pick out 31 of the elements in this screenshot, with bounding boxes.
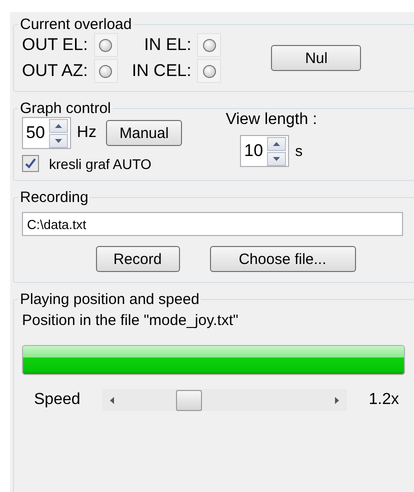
speed-slider[interactable] bbox=[102, 389, 347, 411]
down-arrow-icon[interactable] bbox=[273, 156, 280, 160]
record-button[interactable]: Record bbox=[96, 246, 180, 272]
down-arrow-icon[interactable] bbox=[54, 138, 62, 142]
checkbox[interactable] bbox=[22, 155, 39, 172]
group-title: Current overload bbox=[19, 16, 133, 33]
rate-spinner[interactable]: 50 bbox=[22, 117, 71, 149]
manual-button[interactable]: Manual bbox=[106, 120, 182, 146]
left-arrow-icon[interactable] bbox=[110, 396, 114, 404]
indicator-label: OUT EL: bbox=[22, 35, 88, 55]
indicator-label: IN CEL: bbox=[132, 61, 192, 81]
view-length-spinner[interactable]: 10 bbox=[240, 135, 290, 167]
indicator-label: OUT AZ: bbox=[22, 61, 88, 81]
position-label: Position in the file "mode_joy.txt" bbox=[22, 312, 238, 329]
up-arrow-icon[interactable] bbox=[54, 124, 62, 128]
checkbox-label: kresli graf AUTO bbox=[49, 156, 152, 172]
speed-reading: 1.2x bbox=[368, 391, 399, 409]
view-length-label: View length : bbox=[226, 111, 318, 129]
right-arrow-icon[interactable] bbox=[334, 396, 339, 404]
unit-label: Hz bbox=[76, 124, 96, 142]
group-title: Playing position and speed bbox=[19, 291, 200, 308]
slider-thumb[interactable] bbox=[176, 390, 202, 411]
choose-file-button[interactable]: Choose file... bbox=[210, 246, 356, 272]
file-path-field[interactable]: C:\data.txt bbox=[22, 212, 403, 236]
indicator-label: IN EL: bbox=[144, 35, 192, 55]
unit-label: s bbox=[295, 142, 303, 160]
up-arrow-icon[interactable] bbox=[273, 142, 280, 146]
group-title: Graph control bbox=[19, 100, 112, 117]
speed-label: Speed bbox=[34, 391, 80, 409]
group-title: Recording bbox=[19, 189, 90, 206]
nul-button[interactable]: Nul bbox=[271, 45, 362, 71]
